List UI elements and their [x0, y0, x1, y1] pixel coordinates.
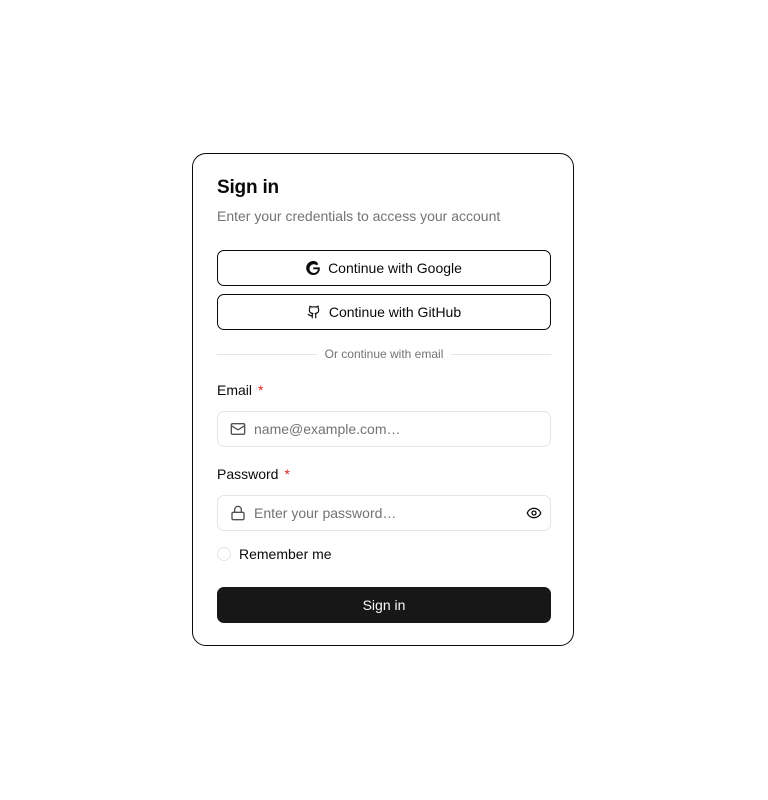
email-field-wrapper	[217, 411, 551, 447]
password-required-mark: *	[284, 466, 290, 482]
google-icon	[306, 261, 320, 275]
github-icon	[307, 305, 321, 319]
divider-text: Or continue with email	[324, 347, 444, 361]
remember-me-checkbox[interactable]	[217, 547, 231, 561]
divider-line-left	[217, 353, 317, 355]
email-input[interactable]	[254, 419, 550, 439]
google-signin-button[interactable]: Continue with Google	[217, 250, 551, 286]
google-button-label: Continue with Google	[328, 260, 462, 276]
email-label-text: Email	[217, 382, 253, 398]
password-label: Password *	[217, 466, 290, 482]
remember-me-label[interactable]: Remember me	[239, 546, 332, 562]
password-field-wrapper	[217, 495, 551, 531]
card-subtitle: Enter your credentials to access your ac…	[217, 208, 501, 224]
password-label-text: Password	[217, 466, 279, 482]
mail-icon	[230, 421, 246, 437]
lock-icon	[230, 505, 246, 521]
or-divider: Or continue with email	[217, 346, 551, 362]
email-label: Email *	[217, 382, 263, 398]
sign-in-card: Sign in Enter your credentials to access…	[192, 153, 574, 646]
password-input[interactable]	[254, 503, 526, 523]
sign-in-button[interactable]: Sign in	[217, 587, 551, 623]
github-signin-button[interactable]: Continue with GitHub	[217, 294, 551, 330]
github-button-label: Continue with GitHub	[328, 304, 462, 320]
eye-icon[interactable]	[526, 505, 542, 521]
email-required-mark: *	[258, 382, 264, 398]
card-title: Sign in	[217, 177, 279, 198]
divider-line-right	[451, 353, 551, 355]
remember-me-row: Remember me	[217, 546, 332, 562]
